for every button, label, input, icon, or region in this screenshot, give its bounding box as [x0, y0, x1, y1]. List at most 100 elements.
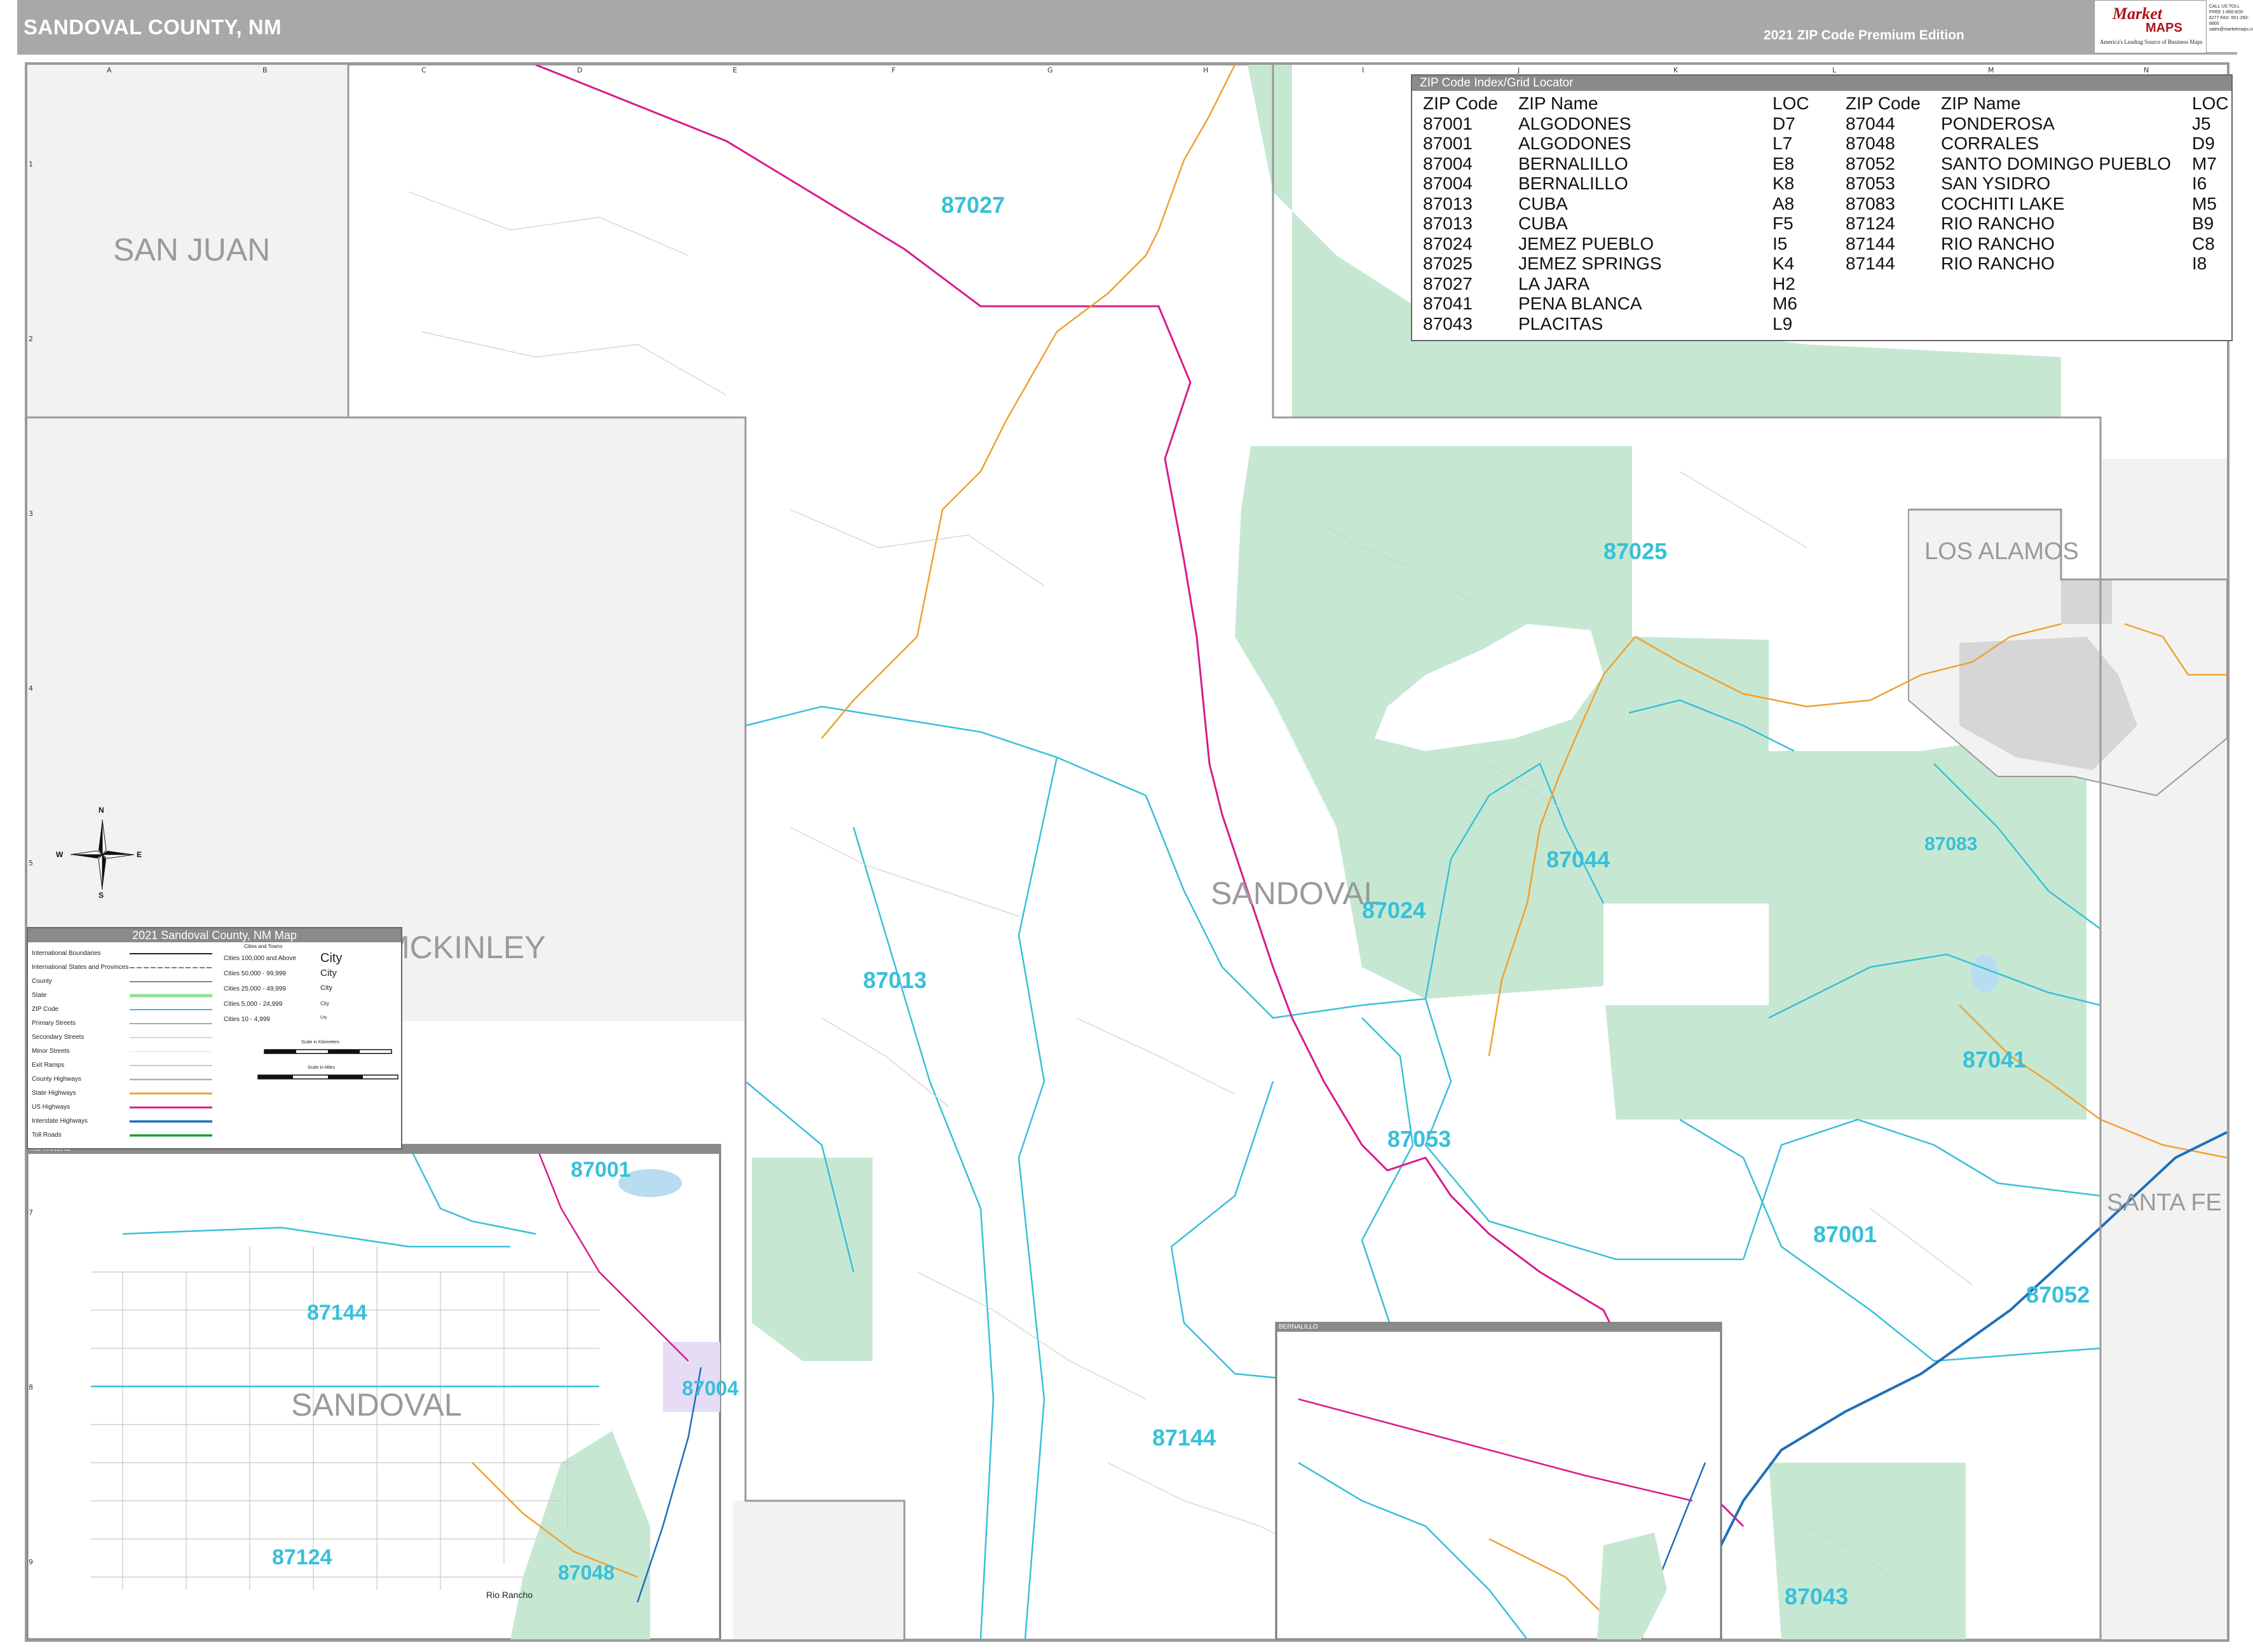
grid-col-n: N [2144, 66, 2149, 74]
los-alamos-forest [2061, 579, 2112, 624]
grid-col-b: B [262, 66, 268, 74]
zip-label-87144-inset: 87144 [307, 1301, 367, 1325]
zip-index-col-name-2: ZIP Name PONDEROSA CORRALES SANTO DOMING… [1941, 93, 2171, 274]
zip-index-cell: 87024 [1423, 233, 1473, 254]
logo-maps-text: MAPS [2146, 21, 2182, 35]
zip-index-cell: H2 [1773, 273, 1795, 294]
zip-index-header: ZIP Code [1846, 93, 1921, 113]
county-label-mckinley: MCKINLEY [383, 930, 546, 965]
grid-col-l: L [1832, 66, 1837, 74]
zip-label-87013: 87013 [863, 967, 927, 993]
zip-label-87001: 87001 [1813, 1221, 1877, 1247]
zip-index-cell: 87124 [1846, 213, 1895, 233]
zip-index-cell: SAN YSIDRO [1941, 173, 2051, 193]
legend-city-mark: City [320, 968, 337, 978]
zip-index-cell: RIO RANCHO [1941, 254, 2055, 273]
zip-index-cell: 87052 [1846, 153, 1895, 173]
zip-index-title: ZIP Code Index/Grid Locator [1412, 76, 2231, 91]
contact-text: CALL US TOLL FREE 1-800-829-6277 FAX: 65… [2209, 4, 2253, 32]
zip-index-cell: K4 [1773, 254, 1795, 273]
city-label-rio-rancho: Rio Rancho [486, 1590, 533, 1600]
zip-index-cell: 87048 [1846, 133, 1895, 153]
zip-label-87004-inset: 87004 [682, 1377, 739, 1400]
zip-index-cell: JEMEZ PUEBLO [1518, 233, 1654, 254]
zip-label-87025: 87025 [1603, 538, 1668, 564]
header-bar: SANDOVAL COUNTY, NM 2021 ZIP Code Premiu… [17, 0, 2253, 55]
map-title: SANDOVAL COUNTY, NM [24, 15, 282, 39]
cochiti-lake [1971, 954, 1999, 992]
zip-index-cell: PENA BLANCA [1518, 294, 1642, 313]
zip-index-cell: I6 [2192, 173, 2207, 193]
grid-col-g: G [1047, 66, 1053, 74]
grid-row-8: 8 [29, 1383, 33, 1391]
grid-col-m: M [1988, 66, 1994, 74]
zip-index-col-loc-1: LOC D7 L7 E8 K8 A8 F5 I5 K4 H2 M6 L9 [1773, 93, 1809, 334]
zip-index-cell: 87025 [1423, 254, 1473, 273]
zip-index-cell: CORRALES [1941, 133, 2039, 153]
compass-e: E [137, 850, 142, 859]
zip-index-cell: 87001 [1423, 113, 1473, 133]
zip-index-header: LOC [2192, 93, 2229, 113]
zip-label-87043: 87043 [1785, 1583, 1849, 1609]
zip-label-87048-inset: 87048 [558, 1561, 615, 1584]
legend-city-item: Cities 10 - 4,999 [224, 1016, 270, 1023]
compass-w: W [56, 850, 64, 859]
zip-index-cell: 87043 [1423, 313, 1473, 334]
zip-index-cell: CUBA [1518, 193, 1568, 213]
legend-city-mark: City [320, 984, 332, 992]
zip-index-cell: 87004 [1423, 153, 1473, 173]
legend-city-item: Cities 5,000 - 24,999 [224, 1001, 283, 1008]
grid-col-j: J [1518, 66, 1520, 74]
zip-index-col-code-1: ZIP Code 87001 87001 87004 87004 87013 8… [1423, 93, 1498, 334]
zip-index-cell: RIO RANCHO [1941, 213, 2055, 233]
zip-label-87052: 87052 [2026, 1282, 2090, 1308]
legend-item: Secondary Streets [32, 1034, 85, 1041]
zip-index-cell: JEMEZ SPRINGS [1518, 254, 1662, 273]
zip-index-cell: I8 [2192, 254, 2207, 273]
grid-row-3: 3 [29, 510, 33, 518]
compass-n: N [99, 806, 104, 815]
legend-scale-bar-mi [257, 1074, 398, 1080]
grid-row-9: 9 [29, 1558, 33, 1566]
grid-col-h: H [1203, 66, 1209, 74]
zip-index-cell: SANTO DOMINGO PUEBLO [1941, 153, 2171, 173]
zip-index-cell: M7 [2192, 153, 2217, 173]
market-maps-logo: Market MAPS America's Leading Source of … [2094, 0, 2207, 53]
zip-index-col-name-1: ZIP Name ALGODONES ALGODONES BERNALILLO … [1518, 93, 1662, 334]
zip-index-cell: D9 [2192, 133, 2215, 153]
zip-index-cell: 87044 [1846, 113, 1895, 133]
bernalillo-inset-title: BERNALILLO [1276, 1323, 1721, 1332]
legend-city-mark-large: City [320, 951, 343, 965]
zip-index-header: LOC [1773, 93, 1809, 113]
legend-item: US Highways [32, 1104, 71, 1111]
zip-index-cell: A8 [1773, 193, 1795, 213]
zip-index-cell: B9 [2192, 213, 2214, 233]
south-gray-area [733, 1501, 904, 1639]
zip-index-cell: 87027 [1423, 273, 1473, 294]
grid-col-i: I [1362, 66, 1365, 74]
zip-index-cell: L7 [1773, 133, 1793, 153]
legend-title: 2021 Sandoval County, NM Map [28, 928, 401, 942]
zip-index-cell: 87013 [1423, 193, 1473, 213]
zip-index-cell: 87001 [1423, 133, 1473, 153]
legend-item: State [32, 992, 47, 999]
legend-city-mark: City [320, 1016, 327, 1020]
grid-row-2: 2 [29, 335, 33, 343]
zip-index-cell: K8 [1773, 173, 1795, 193]
zip-index-cell: ALGODONES [1518, 133, 1631, 153]
county-label-santa-fe: SANTA FE [2107, 1189, 2222, 1216]
legend-scale-mi-label: Scale in Miles [308, 1066, 336, 1070]
contact-box: CALL US TOLL FREE 1-800-829-6277 FAX: 65… [2207, 0, 2253, 52]
zip-index-header: ZIP Code [1423, 93, 1498, 113]
grid-col-e: E [733, 66, 737, 74]
zip-index-cell: 87053 [1846, 173, 1895, 193]
zip-index-cell: RIO RANCHO [1941, 233, 2055, 254]
legend-city-item: Cities 100,000 and Above [224, 955, 296, 962]
zip-index-cell: ALGODONES [1518, 113, 1631, 133]
legend-item: State Highways [32, 1090, 76, 1097]
legend-item: International States and Provinces [32, 964, 129, 971]
grid-col-d: D [577, 66, 583, 74]
grid-col-k: K [1673, 66, 1678, 74]
map-legend: 2021 Sandoval County, NM Map Internation… [27, 927, 402, 1149]
legend-item: Primary Streets [32, 1020, 76, 1027]
